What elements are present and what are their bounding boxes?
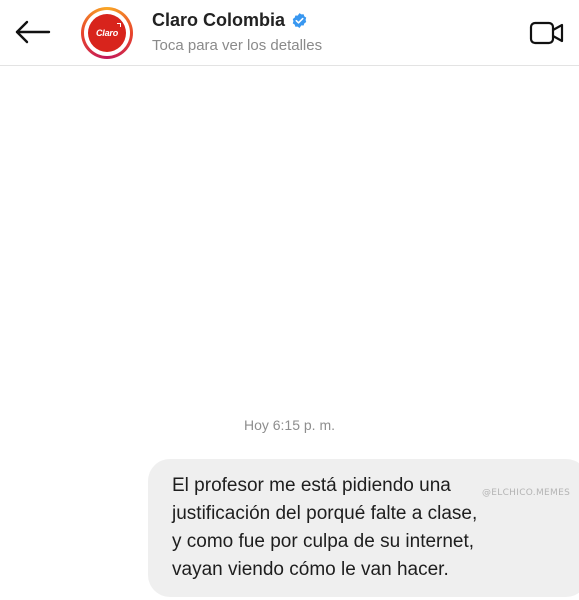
logo-mark-icon [117, 23, 121, 27]
back-button[interactable] [12, 14, 54, 50]
message-bubble[interactable]: El profesor me está pidiendo una justifi… [148, 459, 579, 597]
avatar-inner: Claro [84, 10, 130, 56]
message-line: vayan viendo cómo le van hacer. [172, 559, 449, 580]
details-hint[interactable]: Toca para ver los detalles [152, 37, 322, 55]
message-line: justificación del porqué falte a clase, [172, 503, 478, 524]
claro-logo: Claro [88, 14, 126, 52]
video-call-button[interactable] [527, 18, 567, 48]
watermark: @ELCHICO.MEMES [482, 488, 571, 498]
avatar[interactable]: Claro [81, 7, 133, 59]
verified-badge-icon [291, 12, 308, 29]
contact-name[interactable]: Claro Colombia [152, 9, 285, 31]
arrow-left-icon [15, 20, 51, 44]
chat-header: Claro Claro Colombia Toca para ver los d… [0, 0, 579, 66]
video-camera-icon [529, 21, 564, 45]
chat-screen: Claro Claro Colombia Toca para ver los d… [0, 0, 579, 600]
contact-info[interactable]: Claro Colombia Toca para ver los detalle… [152, 9, 322, 55]
message-timestamp: Hoy 6:15 p. m. [243, 417, 336, 433]
logo-text: Claro [95, 28, 118, 38]
title-row: Claro Colombia [152, 9, 322, 31]
message-line: y como fue por culpa de su internet, [172, 531, 475, 552]
